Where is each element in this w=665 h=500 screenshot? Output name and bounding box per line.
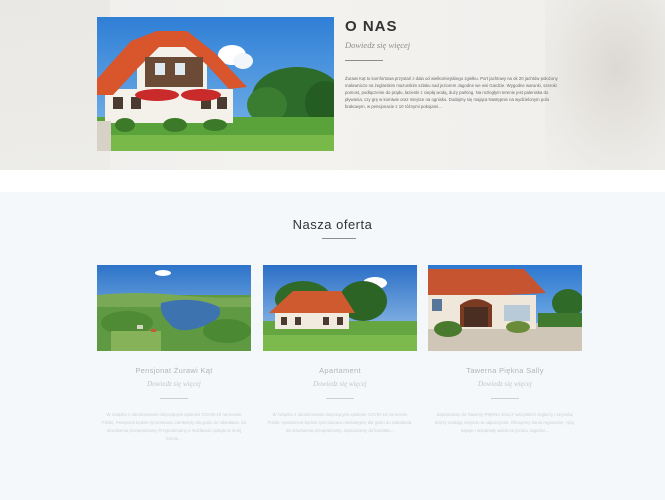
card-divider bbox=[160, 398, 188, 399]
offer-section: Nasza oferta Pensjonat Żurawi Kąt Dowied… bbox=[0, 192, 665, 500]
about-body-text: Żurawi Kąt to komfortowa przystań z dala… bbox=[345, 76, 558, 109]
card-body-text: Zapraszamy do Tawerny PIĘKNA SALLY wszys… bbox=[435, 412, 575, 433]
card-body-text: W związku z obostrzeniami dotyczącymi ep… bbox=[101, 412, 247, 441]
card-more-link[interactable]: Dowiedz się więcej bbox=[97, 380, 251, 388]
offer-divider bbox=[322, 238, 356, 239]
card-more-link[interactable]: Dowiedz się więcej bbox=[263, 380, 417, 388]
apartament-photo[interactable] bbox=[263, 265, 417, 351]
card-more-link[interactable]: Dowiedz się więcej bbox=[428, 380, 582, 388]
about-divider bbox=[345, 60, 383, 61]
about-text-block: O NAS Dowiedz się więcej Żurawi Kąt to k… bbox=[345, 18, 560, 114]
card-divider bbox=[491, 398, 519, 399]
offer-title: Nasza oferta bbox=[292, 217, 373, 232]
about-photo bbox=[97, 17, 334, 151]
background-tree-image bbox=[545, 0, 665, 170]
background-house-image bbox=[0, 0, 110, 170]
offer-card-tawerna[interactable]: Tawerna Piękna Sally Dowiedz się więcej … bbox=[428, 265, 582, 435]
card-divider bbox=[326, 398, 354, 399]
card-title[interactable]: Tawerna Piękna Sally bbox=[428, 366, 582, 375]
about-title: O NAS bbox=[345, 18, 398, 35]
tawerna-photo[interactable] bbox=[428, 265, 582, 351]
offer-card-pensjonat[interactable]: Pensjonat Żurawi Kąt Dowiedz się więcej … bbox=[97, 265, 251, 443]
card-body-text: W związku z obostrzeniami dotyczącymi ep… bbox=[267, 412, 413, 433]
card-title[interactable]: Apartament bbox=[263, 366, 417, 375]
card-title[interactable]: Pensjonat Żurawi Kąt bbox=[97, 366, 251, 375]
offer-card-apartament[interactable]: Apartament Dowiedz się więcej W związku … bbox=[263, 265, 417, 435]
pensjonat-photo[interactable] bbox=[97, 265, 251, 351]
about-section: O NAS Dowiedz się więcej Żurawi Kąt to k… bbox=[0, 0, 665, 170]
about-more-link[interactable]: Dowiedz się więcej bbox=[345, 40, 560, 50]
